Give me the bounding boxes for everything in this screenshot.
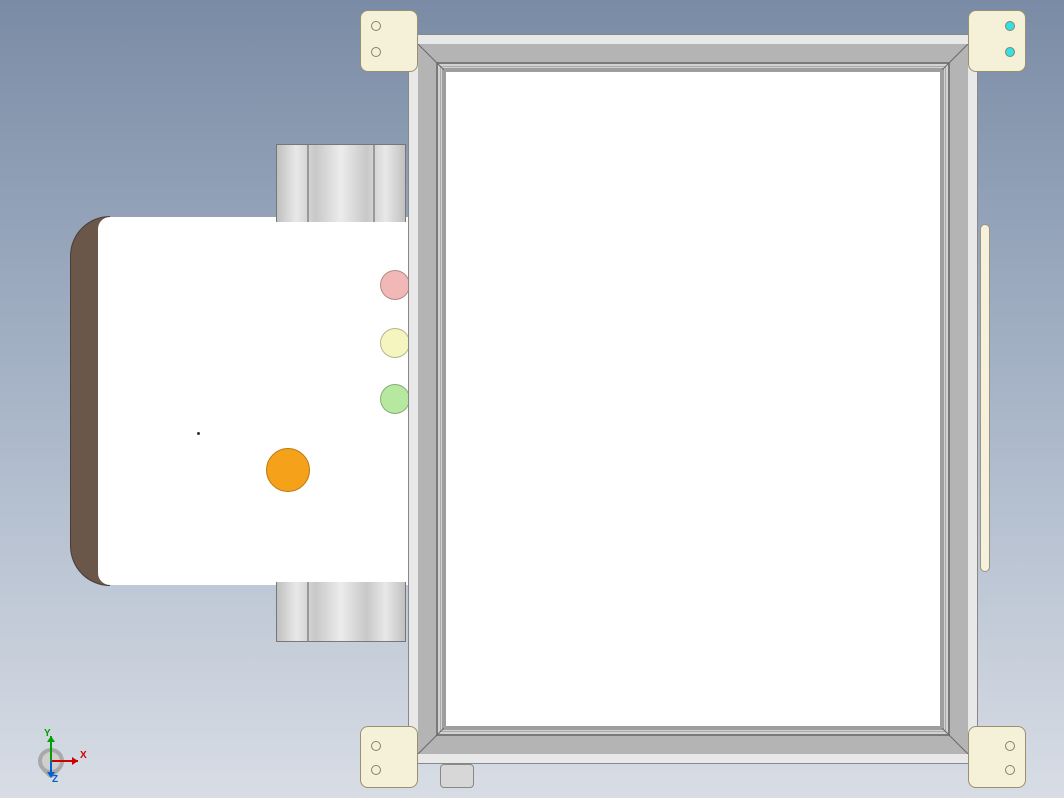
mount-bracket-top-left: [360, 10, 418, 72]
enclosure-assembly: [398, 14, 988, 784]
bracket-hole-highlighted: [1005, 21, 1015, 31]
bracket-hole: [371, 47, 381, 57]
enclosure-latch: [440, 764, 474, 788]
axis-label-y: Y: [44, 728, 51, 739]
reference-dot: [197, 432, 200, 435]
cad-viewport[interactable]: X Y Z: [0, 0, 1064, 798]
cylinder-port-bottom: [276, 582, 406, 642]
mount-bracket-top-right: [968, 10, 1026, 72]
axis-label-z: Z: [52, 774, 58, 785]
bracket-hole: [371, 741, 381, 751]
lid-inner-edge: [440, 66, 946, 732]
enclosure-side-strip: [980, 224, 990, 572]
bracket-hole: [371, 765, 381, 775]
enclosure-lid: [418, 44, 968, 754]
bracket-hole: [1005, 765, 1015, 775]
orientation-triad[interactable]: X Y Z: [20, 730, 90, 780]
pushbutton-orange: [266, 448, 310, 492]
mount-bracket-bottom-right: [968, 726, 1026, 788]
cylinder-port-top: [276, 144, 406, 222]
lid-frame: [418, 44, 968, 754]
bracket-hole: [371, 21, 381, 31]
bracket-hole-highlighted: [1005, 47, 1015, 57]
axis-label-x: X: [80, 750, 87, 761]
bracket-hole: [1005, 741, 1015, 751]
mount-bracket-bottom-left: [360, 726, 418, 788]
